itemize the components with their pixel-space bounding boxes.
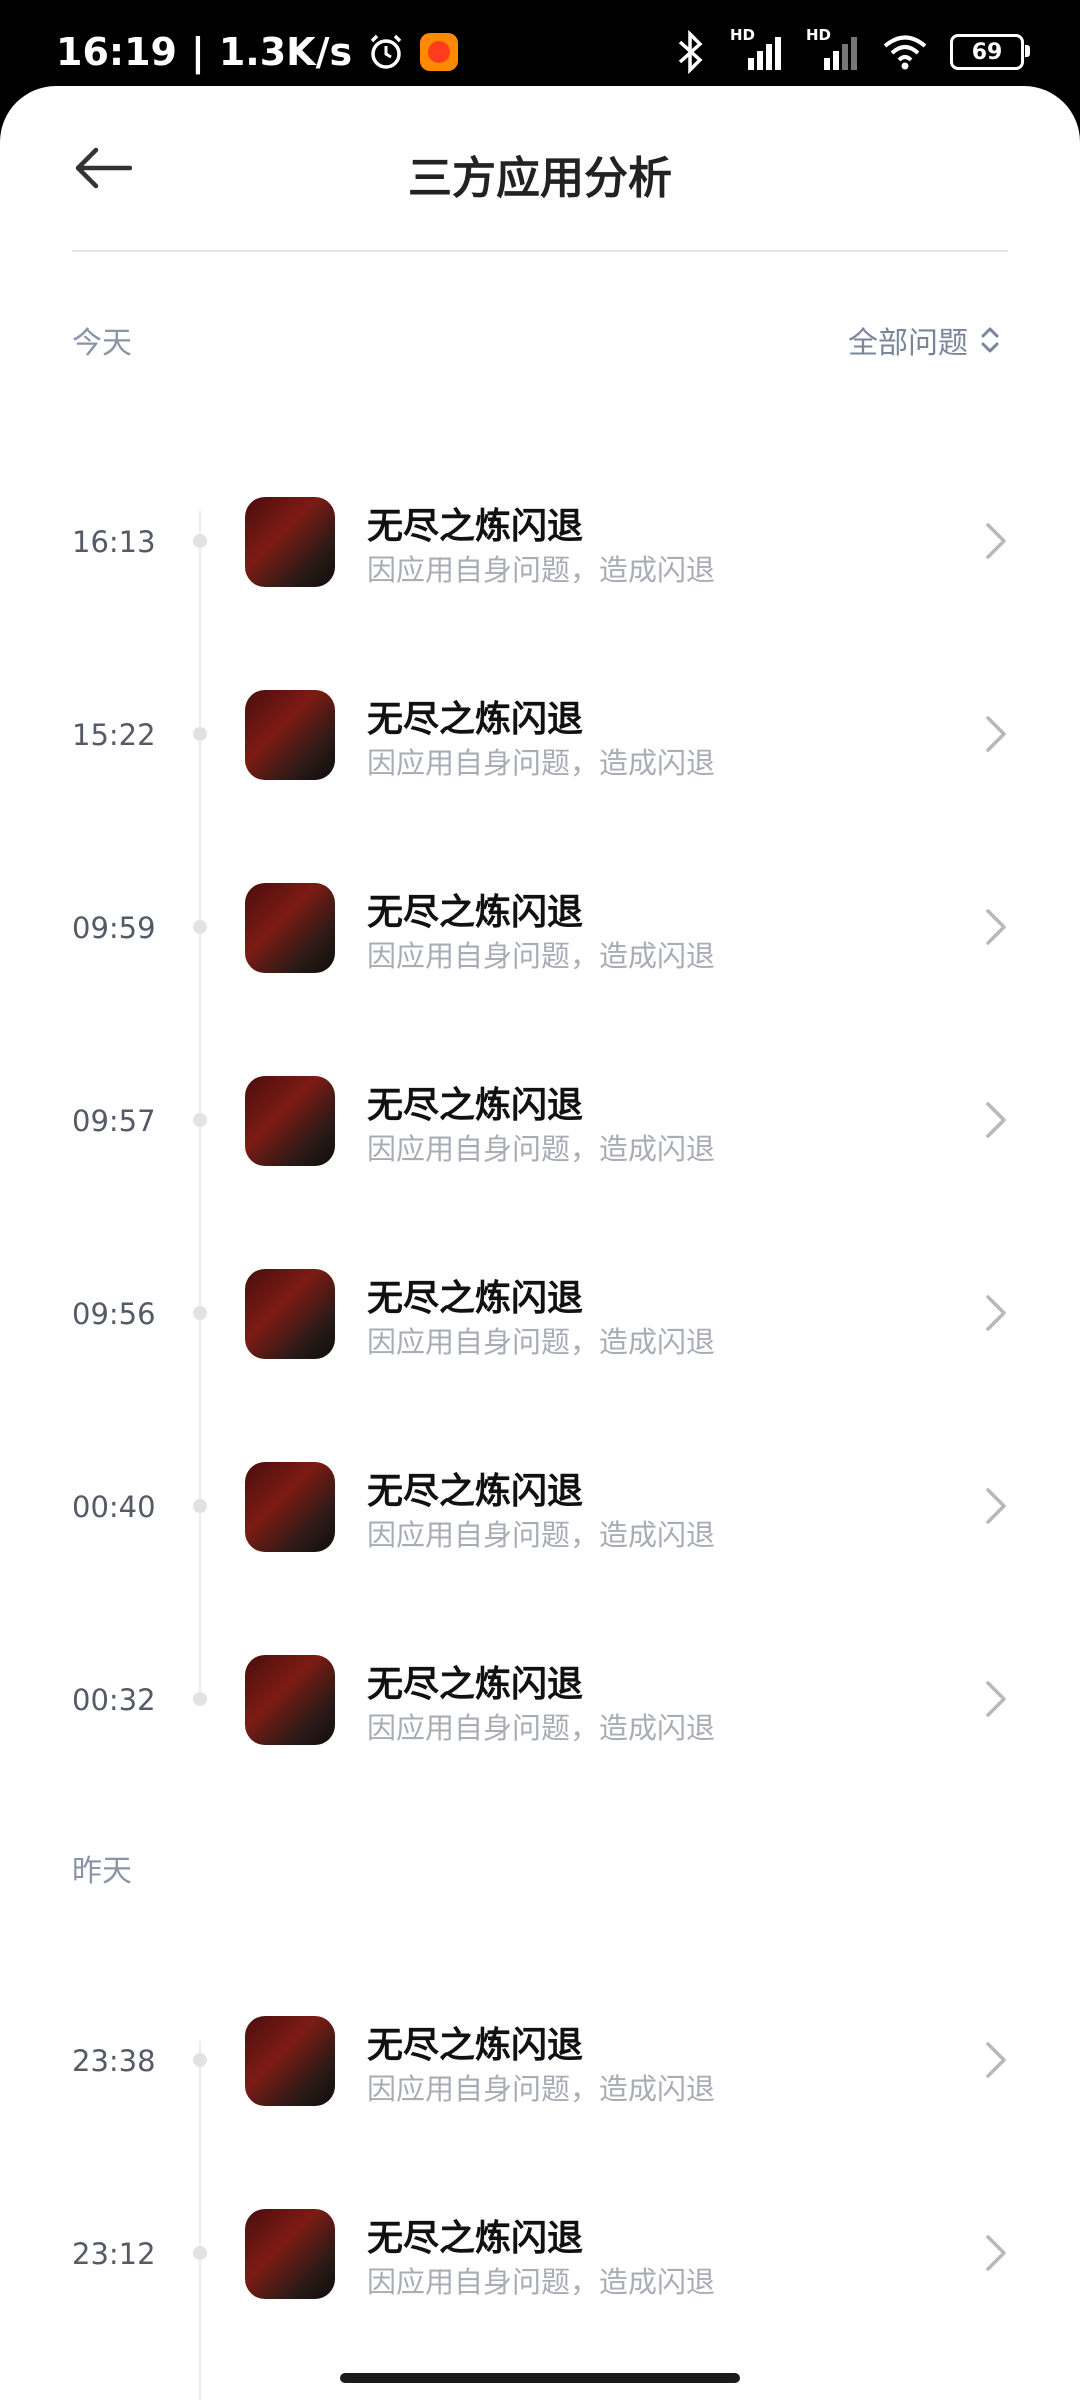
chevron-right-icon bbox=[986, 1488, 1006, 1524]
chevron-right-icon bbox=[986, 523, 1006, 559]
section-label-yesterday: 昨天 bbox=[72, 1854, 132, 1889]
status-left: 16:19 | 1.3K/s bbox=[56, 30, 459, 74]
item-description: 因应用自身问题，造成闪退 bbox=[367, 1518, 716, 1552]
item-title: 无尽之炼闪退 bbox=[367, 1278, 584, 1319]
app-icon bbox=[245, 1462, 335, 1552]
battery-icon: 69 bbox=[950, 34, 1030, 70]
timeline-dot bbox=[193, 727, 207, 741]
item-description: 因应用自身问题，造成闪退 bbox=[367, 1325, 716, 1359]
item-time: 09:59 bbox=[72, 911, 156, 945]
item-title: 无尽之炼闪退 bbox=[367, 506, 584, 547]
timeline-dot bbox=[193, 1499, 207, 1513]
bluetooth-icon bbox=[678, 30, 703, 74]
list-item[interactable]: 23:12 无尽之炼闪退 因应用自身问题，造成闪退 bbox=[0, 2187, 1080, 2317]
item-title: 无尽之炼闪退 bbox=[367, 1085, 584, 1126]
chevron-right-icon bbox=[986, 1102, 1006, 1138]
chevron-right-icon bbox=[986, 1681, 1006, 1717]
chevron-right-icon bbox=[986, 2235, 1006, 2271]
app-notification-icon bbox=[420, 33, 459, 71]
app-icon bbox=[245, 883, 335, 973]
signal-icon: HD bbox=[730, 26, 784, 72]
battery-level: 69 bbox=[971, 39, 1003, 65]
header: 三方应用分析 bbox=[0, 86, 1080, 252]
status-time: 16:19 bbox=[56, 30, 177, 74]
item-title: 无尽之炼闪退 bbox=[367, 2218, 584, 2259]
app-icon bbox=[245, 2209, 335, 2299]
signal-icon-2: HD bbox=[806, 26, 860, 72]
item-description: 因应用自身问题，造成闪退 bbox=[367, 553, 716, 587]
list-item[interactable]: 15:22 无尽之炼闪退 因应用自身问题，造成闪退 bbox=[0, 668, 1080, 798]
timeline-dot bbox=[193, 1113, 207, 1127]
item-description: 因应用自身问题，造成闪退 bbox=[367, 1711, 716, 1745]
item-time: 16:13 bbox=[72, 525, 156, 559]
timeline-dot bbox=[193, 1306, 207, 1320]
item-time: 23:12 bbox=[72, 2237, 156, 2271]
app-icon bbox=[245, 1655, 335, 1745]
timeline-dot bbox=[193, 2053, 207, 2067]
item-time: 23:38 bbox=[72, 2044, 156, 2078]
item-title: 无尽之炼闪退 bbox=[367, 699, 584, 740]
app-icon bbox=[245, 2016, 335, 2106]
list-item[interactable]: 00:40 无尽之炼闪退 因应用自身问题，造成闪退 bbox=[0, 1440, 1080, 1570]
timeline-dot bbox=[193, 2246, 207, 2260]
list-item[interactable]: 09:57 无尽之炼闪退 因应用自身问题，造成闪退 bbox=[0, 1054, 1080, 1184]
app-icon bbox=[245, 690, 335, 780]
item-description: 因应用自身问题，造成闪退 bbox=[367, 939, 716, 973]
item-title: 无尽之炼闪退 bbox=[367, 1471, 584, 1512]
main-sheet: 三方应用分析 今天 全部问题 16:13 无尽之炼闪退 因应用自身问题，造成闪退… bbox=[0, 86, 1080, 2400]
timeline-dot bbox=[193, 534, 207, 548]
list-item[interactable]: 16:13 无尽之炼闪退 因应用自身问题，造成闪退 bbox=[0, 475, 1080, 605]
item-title: 无尽之炼闪退 bbox=[367, 1664, 584, 1705]
list-item[interactable]: 09:56 无尽之炼闪退 因应用自身问题，造成闪退 bbox=[0, 1247, 1080, 1377]
item-description: 因应用自身问题，造成闪退 bbox=[367, 2072, 716, 2106]
app-icon bbox=[245, 1269, 335, 1359]
chevron-right-icon bbox=[986, 2042, 1006, 2078]
timeline-dot bbox=[193, 1692, 207, 1706]
chevron-right-icon bbox=[986, 1295, 1006, 1331]
item-time: 00:32 bbox=[72, 1683, 156, 1717]
header-divider bbox=[72, 250, 1008, 252]
item-title: 无尽之炼闪退 bbox=[367, 892, 584, 933]
list-item[interactable]: 00:32 无尽之炼闪退 因应用自身问题，造成闪退 bbox=[0, 1633, 1080, 1763]
item-time: 09:57 bbox=[72, 1104, 156, 1138]
home-indicator[interactable] bbox=[340, 2373, 740, 2383]
item-description: 因应用自身问题，造成闪退 bbox=[367, 1132, 716, 1166]
app-icon bbox=[245, 1076, 335, 1166]
item-time: 09:56 bbox=[72, 1297, 156, 1331]
network-speed: 1.3K/s bbox=[218, 30, 353, 74]
chevron-right-icon bbox=[986, 716, 1006, 752]
wifi-icon bbox=[883, 35, 927, 70]
item-title: 无尽之炼闪退 bbox=[367, 2025, 584, 2066]
timeline-dot bbox=[193, 920, 207, 934]
chevron-right-icon bbox=[986, 909, 1006, 945]
status-right: HD HD 69 bbox=[674, 26, 1030, 74]
list-item[interactable]: 09:59 无尽之炼闪退 因应用自身问题，造成闪退 bbox=[0, 861, 1080, 991]
item-description: 因应用自身问题，造成闪退 bbox=[367, 746, 716, 780]
sort-updown-icon bbox=[981, 327, 999, 353]
item-time: 00:40 bbox=[72, 1490, 156, 1524]
item-description: 因应用自身问题，造成闪退 bbox=[367, 2265, 716, 2299]
list-item[interactable]: 23:38 无尽之炼闪退 因应用自身问题，造成闪退 bbox=[0, 1994, 1080, 2124]
page-title: 三方应用分析 bbox=[408, 153, 672, 204]
status-separator: | bbox=[190, 30, 205, 74]
alarm-icon bbox=[370, 34, 402, 69]
app-icon bbox=[245, 497, 335, 587]
item-time: 15:22 bbox=[72, 718, 156, 752]
filter-dropdown[interactable]: 全部问题 bbox=[848, 318, 1000, 362]
section-label-today: 今天 bbox=[72, 326, 132, 361]
filter-label: 全部问题 bbox=[848, 326, 968, 361]
